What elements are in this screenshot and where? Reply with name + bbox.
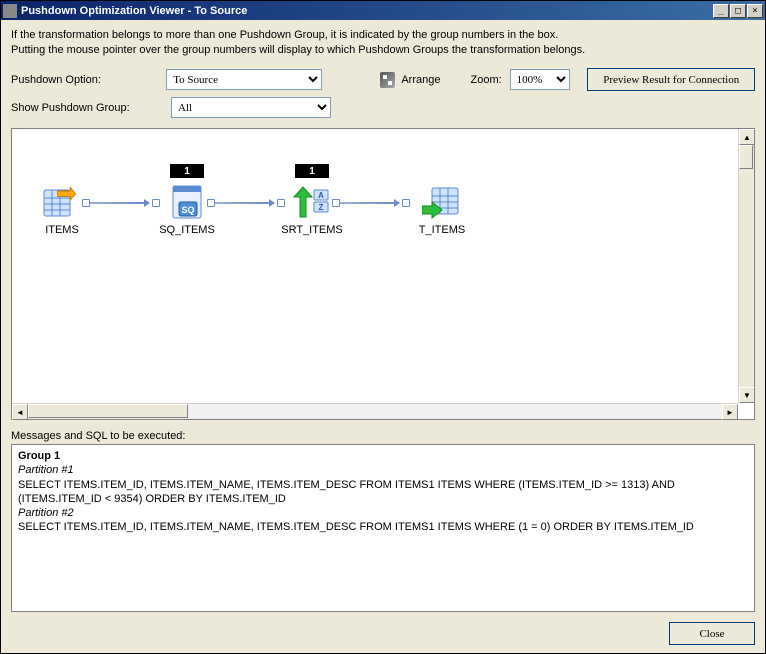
group-badge: 1 (295, 164, 329, 178)
dialog-window: Pushdown Optimization Viewer - To Source… (0, 0, 766, 654)
group-title: Group 1 (18, 449, 748, 463)
minimize-button[interactable]: _ (713, 4, 729, 18)
node-t-items[interactable]: T_ITEMS (407, 184, 477, 236)
close-window-button[interactable]: × (747, 4, 763, 18)
scroll-down-button[interactable]: ▼ (739, 387, 755, 403)
scroll-up-button[interactable]: ▲ (739, 129, 755, 145)
node-sq-items[interactable]: 1 SQ SQ_ITEMS (152, 184, 222, 236)
source-table-icon (42, 184, 82, 220)
scroll-right-button[interactable]: ► (722, 404, 738, 420)
source-qualifier-icon: SQ (167, 184, 207, 220)
svg-text:SQ: SQ (181, 205, 194, 215)
partition-1-label: Partition #1 (18, 463, 748, 477)
node-label: ITEMS (27, 224, 97, 236)
zoom-select[interactable]: 100% (510, 69, 570, 90)
window-title: Pushdown Optimization Viewer - To Source (21, 5, 713, 17)
pushdown-option-select[interactable]: To Source (166, 69, 321, 90)
node-srt-items[interactable]: 1 A Z SRT_ITEMS (277, 184, 347, 236)
show-group-label: Show Pushdown Group: (11, 102, 171, 114)
partition-1-sql: SELECT ITEMS.ITEM_ID, ITEMS.ITEM_NAME, I… (18, 478, 748, 507)
info-line-2: Putting the mouse pointer over the group… (11, 43, 755, 58)
node-label: SQ_ITEMS (152, 224, 222, 236)
group-badge: 1 (170, 164, 204, 178)
preview-button[interactable]: Preview Result for Connection (587, 68, 755, 91)
vertical-scrollbar[interactable]: ▲ ▼ (738, 129, 754, 403)
window-controls: _ □ × (713, 4, 763, 18)
svg-text:Z: Z (319, 203, 324, 212)
maximize-button[interactable]: □ (730, 4, 746, 18)
svg-text:A: A (318, 191, 324, 200)
show-group-select[interactable]: All (171, 97, 331, 118)
vscroll-thumb[interactable] (739, 145, 753, 169)
sorter-icon: A Z (292, 184, 332, 220)
target-table-icon (422, 184, 462, 220)
diagram-canvas: ITEMS 1 SQ SQ_ITEMS 1 (11, 128, 755, 420)
titlebar: Pushdown Optimization Viewer - To Source… (1, 1, 765, 20)
arrange-label[interactable]: Arrange (401, 74, 440, 86)
zoom-label: Zoom: (470, 74, 501, 86)
bottom-button-row: Close (11, 612, 755, 645)
messages-box[interactable]: Group 1 Partition #1 SELECT ITEMS.ITEM_I… (11, 444, 755, 612)
scroll-left-button[interactable]: ◄ (12, 404, 28, 420)
horizontal-scrollbar[interactable]: ◄ ► (12, 403, 738, 419)
hscroll-thumb[interactable] (28, 404, 188, 418)
controls-row-2: Show Pushdown Group: All (11, 97, 755, 118)
arrange-icon[interactable] (380, 72, 396, 88)
info-text: If the transformation belongs to more th… (11, 28, 755, 58)
diagram-inner[interactable]: ITEMS 1 SQ SQ_ITEMS 1 (12, 129, 738, 403)
partition-2-sql: SELECT ITEMS.ITEM_ID, ITEMS.ITEM_NAME, I… (18, 520, 748, 534)
node-label: T_ITEMS (407, 224, 477, 236)
close-button[interactable]: Close (669, 622, 755, 645)
dialog-content: If the transformation belongs to more th… (1, 20, 765, 653)
messages-label: Messages and SQL to be executed: (11, 430, 755, 442)
controls-row-1: Pushdown Option: To Source Arrange Zoom:… (11, 68, 755, 91)
hscroll-track[interactable] (28, 404, 722, 419)
node-items[interactable]: ITEMS (27, 184, 97, 236)
app-icon (3, 4, 17, 18)
pushdown-option-label: Pushdown Option: (11, 74, 166, 86)
partition-2-label: Partition #2 (18, 506, 748, 520)
info-line-1: If the transformation belongs to more th… (11, 28, 755, 43)
node-label: SRT_ITEMS (277, 224, 347, 236)
